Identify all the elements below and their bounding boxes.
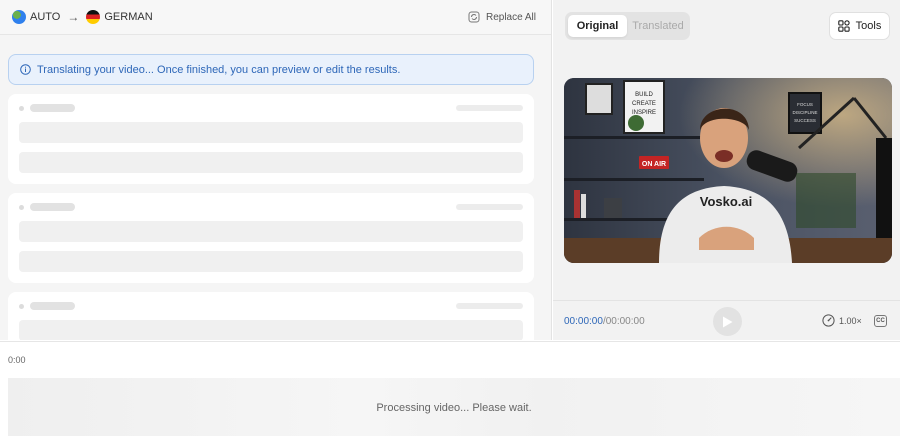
subtitle-skeleton-card: [8, 292, 534, 340]
video-thumbnail[interactable]: BUILD CREATE INSPIRE FOCUS DISCIPLINE SU…: [564, 78, 892, 263]
skeleton-line: [19, 221, 523, 242]
translating-notice: Translating your video... Once finished,…: [8, 54, 534, 85]
playback-speed-button[interactable]: 1.00×: [822, 314, 862, 327]
skeleton-timestamp: [456, 303, 523, 309]
skeleton-dot: [19, 205, 24, 210]
play-button[interactable]: [713, 307, 742, 336]
subtitle-skeleton-card: [8, 94, 534, 184]
poster-text: SUCCESS: [794, 118, 816, 123]
poster-text: CREATE: [632, 101, 656, 107]
tab-original[interactable]: Original: [568, 15, 627, 37]
duration: 00:00:00: [605, 316, 645, 327]
skeleton-line: [19, 320, 523, 340]
skeleton-timestamp: [456, 204, 523, 210]
replace-all-button[interactable]: Replace All: [468, 11, 536, 23]
poster-text: BUILD: [635, 92, 653, 98]
language-selector[interactable]: AUTO → GERMAN: [12, 10, 153, 24]
speedometer-icon: [822, 314, 835, 327]
subtitle-skeleton-card: [8, 193, 534, 283]
notice-text: Translating your video... Once finished,…: [37, 63, 401, 76]
info-icon: [20, 64, 31, 75]
target-language: GERMAN: [104, 11, 153, 23]
source-language: AUTO: [30, 11, 61, 23]
tools-button[interactable]: Tools: [829, 12, 890, 40]
skeleton-title: [30, 203, 75, 211]
current-time: 00:00:00: [564, 316, 603, 327]
replace-icon: [468, 11, 480, 23]
speed-value: 1.00×: [839, 315, 862, 326]
language-bar: AUTO → GERMAN Replace All: [0, 0, 551, 35]
subtitle-editor-panel: AUTO → GERMAN Replace All Translating yo…: [0, 0, 552, 340]
skeleton-dot: [19, 106, 24, 111]
video-preview-panel: Original Translated Tools BUILD CREATE I…: [553, 0, 900, 340]
original-translated-toggle: Original Translated: [565, 12, 690, 40]
poster-text: DISCIPLINE: [792, 110, 817, 115]
tab-translated[interactable]: Translated: [629, 15, 687, 37]
skeleton-timestamp: [456, 105, 523, 111]
globe-icon: [12, 10, 26, 24]
play-icon: [723, 316, 733, 327]
timeline-track[interactable]: Processing video... Please wait.: [8, 378, 900, 436]
video-frame: BUILD CREATE INSPIRE FOCUS DISCIPLINE SU…: [564, 78, 892, 263]
time-display: 00:00:00/00:00:00: [564, 316, 645, 327]
skeleton-title: [30, 302, 75, 310]
grid-icon: [837, 20, 850, 32]
arrow-right-icon: →: [67, 10, 80, 24]
timeline-start-label: 0:00: [8, 355, 26, 365]
player-controls: 00:00:00/00:00:00 1.00× CC: [553, 300, 900, 340]
replace-all-label: Replace All: [485, 11, 536, 23]
skeleton-dot: [19, 304, 24, 309]
skeleton-line: [19, 152, 523, 173]
skeleton-line: [19, 251, 523, 272]
poster-text: FOCUS: [797, 102, 813, 107]
germany-flag-icon: [86, 10, 101, 24]
processing-status: Processing video... Please wait.: [376, 401, 532, 414]
skeleton-line: [19, 122, 523, 143]
timeline: 0:00 Processing video... Please wait.: [0, 341, 900, 436]
on-air-text: ON AIR: [642, 161, 666, 168]
tools-label: Tools: [855, 20, 882, 32]
captions-button[interactable]: CC: [874, 315, 887, 327]
shirt-logo: Vosko.ai: [700, 194, 753, 209]
skeleton-title: [30, 104, 75, 112]
